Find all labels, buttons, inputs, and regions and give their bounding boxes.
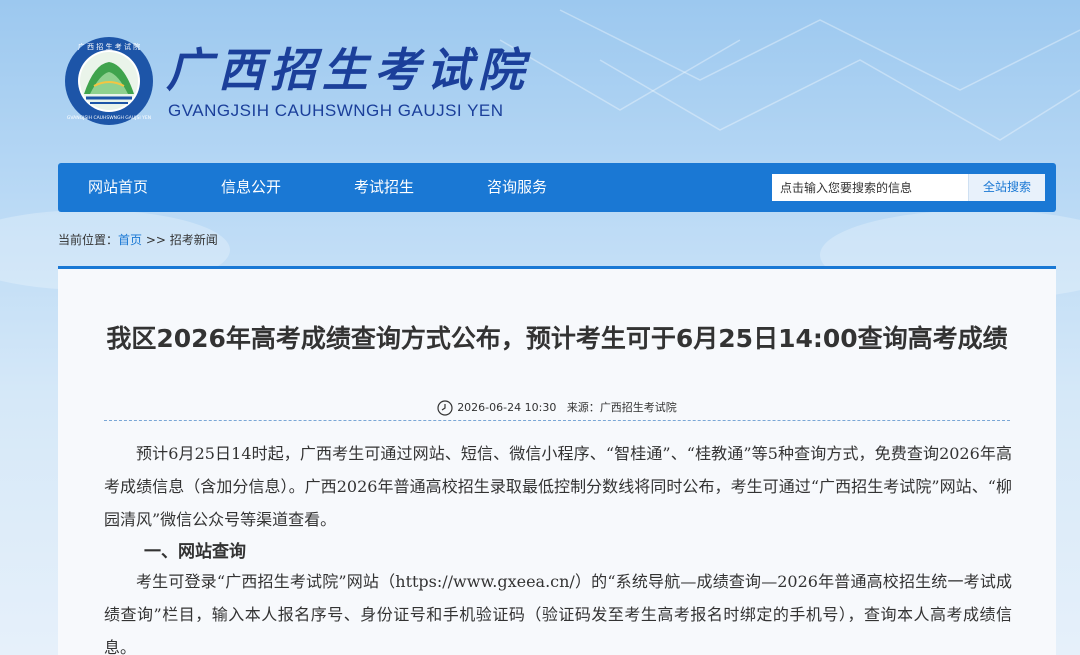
section-heading-website: 一、网站查询 xyxy=(144,542,246,562)
nav-item-home[interactable]: 网站首页 xyxy=(88,163,148,212)
site-header: 广 西 招 生 考 试 院 GVANGJSIH CAUHSWNGH GAUJSI… xyxy=(0,0,1080,160)
article-title: 我区2026年高考成绩查询方式公布，预计考生可于6月25日14:00查询高考成绩 xyxy=(106,324,1008,353)
article-date: 2026-06-24 10:30 xyxy=(457,401,557,414)
article-paragraph-2: 考生可登录“广西招生考试院”网站（https://www.gxeea.cn/）的… xyxy=(104,572,1012,655)
nav-item-info-disclosure[interactable]: 信息公开 xyxy=(221,163,281,212)
main-navbar: 网站首页 信息公开 考试招生 咨询服务 全站搜索 xyxy=(58,163,1056,212)
breadcrumb: 当前位置：首页 >> 招考新闻 xyxy=(58,231,218,248)
nav-item-consulting[interactable]: 咨询服务 xyxy=(487,163,547,212)
nav-item-exam-admission[interactable]: 考试招生 xyxy=(354,163,414,212)
article-divider xyxy=(104,420,1010,421)
breadcrumb-separator: >> xyxy=(145,233,166,247)
svg-text:GVANGJSIH CAUHSWNGH GAUJSI YEN: GVANGJSIH CAUHSWNGH GAUJSI YEN xyxy=(67,115,151,121)
site-logo[interactable]: 广 西 招 生 考 试 院 GVANGJSIH CAUHSWNGH GAUJSI… xyxy=(64,36,154,126)
svg-text:广 西 招 生 考 试 院: 广 西 招 生 考 试 院 xyxy=(78,42,140,51)
article-paragraph-1: 预计6月25日14时起，广西考生可通过网站、短信、微信小程序、“智桂通”、“桂教… xyxy=(104,444,1012,529)
search-button[interactable]: 全站搜索 xyxy=(968,174,1045,201)
clock-icon xyxy=(437,400,453,416)
article-meta: 2026-06-24 10:30 来源：广西招生考试院 xyxy=(58,399,1056,416)
breadcrumb-current: 招考新闻 xyxy=(169,233,218,247)
search-input[interactable] xyxy=(772,174,968,201)
site-title: 广西招生考试院 xyxy=(166,43,530,97)
article-container: 我区2026年高考成绩查询方式公布，预计考生可于6月25日14:00查询高考成绩… xyxy=(58,266,1056,655)
breadcrumb-label: 当前位置： xyxy=(58,233,119,247)
site-subtitle: GVANGJSIH CAUHSWNGH GAUJSI YEN xyxy=(168,101,504,120)
article-source-label: 来源： xyxy=(566,401,600,414)
breadcrumb-home-link[interactable]: 首页 xyxy=(118,233,142,247)
article-source: 广西招生考试院 xyxy=(599,401,677,414)
